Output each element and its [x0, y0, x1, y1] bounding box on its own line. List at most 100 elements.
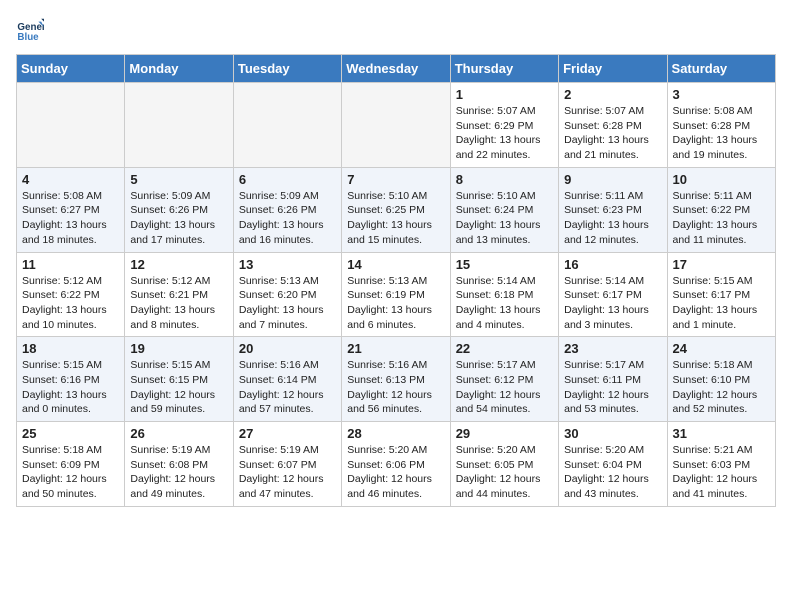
- calendar-cell: 2 Sunrise: 5:07 AM Sunset: 6:28 PM Daylig…: [559, 83, 667, 168]
- calendar-cell: 8 Sunrise: 5:10 AM Sunset: 6:24 PM Daylig…: [450, 167, 558, 252]
- calendar-cell: 13 Sunrise: 5:13 AM Sunset: 6:20 PM Dayli…: [233, 252, 341, 337]
- day-number: 19: [130, 341, 227, 356]
- day-number: 8: [456, 172, 553, 187]
- day-info: Sunrise: 5:15 AM Sunset: 6:17 PM Dayligh…: [673, 274, 770, 333]
- day-number: 25: [22, 426, 119, 441]
- calendar-cell: [233, 83, 341, 168]
- day-number: 18: [22, 341, 119, 356]
- day-number: 21: [347, 341, 444, 356]
- weekday-header-friday: Friday: [559, 55, 667, 83]
- calendar-cell: 30 Sunrise: 5:20 AM Sunset: 6:04 PM Dayli…: [559, 422, 667, 507]
- day-info: Sunrise: 5:10 AM Sunset: 6:24 PM Dayligh…: [456, 189, 553, 248]
- calendar-cell: 28 Sunrise: 5:20 AM Sunset: 6:06 PM Dayli…: [342, 422, 450, 507]
- calendar-cell: 24 Sunrise: 5:18 AM Sunset: 6:10 PM Dayli…: [667, 337, 775, 422]
- day-info: Sunrise: 5:13 AM Sunset: 6:20 PM Dayligh…: [239, 274, 336, 333]
- day-info: Sunrise: 5:18 AM Sunset: 6:10 PM Dayligh…: [673, 358, 770, 417]
- calendar-week-4: 18Sunrise: 5:15 AM Sunset: 6:16 PM Dayli…: [17, 337, 776, 422]
- day-info: Sunrise: 5:19 AM Sunset: 6:08 PM Dayligh…: [130, 443, 227, 502]
- day-info: Sunrise: 5:21 AM Sunset: 6:03 PM Dayligh…: [673, 443, 770, 502]
- day-info: Sunrise: 5:09 AM Sunset: 6:26 PM Dayligh…: [130, 189, 227, 248]
- calendar-cell: 25 Sunrise: 5:18 AM Sunset: 6:09 PM Dayli…: [17, 422, 125, 507]
- weekday-header-saturday: Saturday: [667, 55, 775, 83]
- day-number: 13: [239, 257, 336, 272]
- calendar-cell: 20 Sunrise: 5:16 AM Sunset: 6:14 PM Dayli…: [233, 337, 341, 422]
- weekday-header-sunday: Sunday: [17, 55, 125, 83]
- day-number: 20: [239, 341, 336, 356]
- day-info: Sunrise: 5:11 AM Sunset: 6:23 PM Dayligh…: [564, 189, 661, 248]
- day-number: 31: [673, 426, 770, 441]
- day-info: Sunrise: 5:12 AM Sunset: 6:22 PM Dayligh…: [22, 274, 119, 333]
- day-number: 11: [22, 257, 119, 272]
- day-info: Sunrise: 5:18 AM Sunset: 6:09 PM Dayligh…: [22, 443, 119, 502]
- calendar-cell: 19 Sunrise: 5:15 AM Sunset: 6:15 PM Dayli…: [125, 337, 233, 422]
- calendar-week-2: 4 Sunrise: 5:08 AM Sunset: 6:27 PM Daylig…: [17, 167, 776, 252]
- day-number: 16: [564, 257, 661, 272]
- day-number: 3: [673, 87, 770, 102]
- calendar-cell: 7 Sunrise: 5:10 AM Sunset: 6:25 PM Daylig…: [342, 167, 450, 252]
- svg-text:Blue: Blue: [17, 32, 39, 43]
- weekday-header-row: SundayMondayTuesdayWednesdayThursdayFrid…: [17, 55, 776, 83]
- day-info: Sunrise: 5:17 AM Sunset: 6:12 PM Dayligh…: [456, 358, 553, 417]
- day-info: Sunrise: 5:16 AM Sunset: 6:13 PM Dayligh…: [347, 358, 444, 417]
- calendar-table: SundayMondayTuesdayWednesdayThursdayFrid…: [16, 54, 776, 507]
- day-number: 7: [347, 172, 444, 187]
- day-info: Sunrise: 5:07 AM Sunset: 6:28 PM Dayligh…: [564, 104, 661, 163]
- calendar-cell: 1 Sunrise: 5:07 AM Sunset: 6:29 PM Daylig…: [450, 83, 558, 168]
- calendar-cell: 9 Sunrise: 5:11 AM Sunset: 6:23 PM Daylig…: [559, 167, 667, 252]
- day-number: 22: [456, 341, 553, 356]
- calendar-cell: 14 Sunrise: 5:13 AM Sunset: 6:19 PM Dayli…: [342, 252, 450, 337]
- calendar-cell: [125, 83, 233, 168]
- day-info: Sunrise: 5:13 AM Sunset: 6:19 PM Dayligh…: [347, 274, 444, 333]
- calendar-cell: 27 Sunrise: 5:19 AM Sunset: 6:07 PM Dayli…: [233, 422, 341, 507]
- day-info: Sunrise: 5:08 AM Sunset: 6:27 PM Dayligh…: [22, 189, 119, 248]
- day-info: Sunrise: 5:19 AM Sunset: 6:07 PM Dayligh…: [239, 443, 336, 502]
- day-info: Sunrise: 5:14 AM Sunset: 6:17 PM Dayligh…: [564, 274, 661, 333]
- calendar-cell: 18Sunrise: 5:15 AM Sunset: 6:16 PM Dayli…: [17, 337, 125, 422]
- day-number: 10: [673, 172, 770, 187]
- calendar-cell: 31 Sunrise: 5:21 AM Sunset: 6:03 PM Dayli…: [667, 422, 775, 507]
- calendar-cell: 23Sunrise: 5:17 AM Sunset: 6:11 PM Dayli…: [559, 337, 667, 422]
- day-number: 28: [347, 426, 444, 441]
- calendar-week-3: 11 Sunrise: 5:12 AM Sunset: 6:22 PM Dayli…: [17, 252, 776, 337]
- weekday-header-monday: Monday: [125, 55, 233, 83]
- calendar-cell: 15Sunrise: 5:14 AM Sunset: 6:18 PM Dayli…: [450, 252, 558, 337]
- weekday-header-thursday: Thursday: [450, 55, 558, 83]
- weekday-header-tuesday: Tuesday: [233, 55, 341, 83]
- calendar-cell: [17, 83, 125, 168]
- day-info: Sunrise: 5:09 AM Sunset: 6:26 PM Dayligh…: [239, 189, 336, 248]
- calendar-week-1: 1 Sunrise: 5:07 AM Sunset: 6:29 PM Daylig…: [17, 83, 776, 168]
- day-number: 27: [239, 426, 336, 441]
- calendar-cell: 4 Sunrise: 5:08 AM Sunset: 6:27 PM Daylig…: [17, 167, 125, 252]
- day-number: 26: [130, 426, 227, 441]
- day-info: Sunrise: 5:20 AM Sunset: 6:06 PM Dayligh…: [347, 443, 444, 502]
- calendar-cell: 16 Sunrise: 5:14 AM Sunset: 6:17 PM Dayli…: [559, 252, 667, 337]
- day-number: 2: [564, 87, 661, 102]
- day-info: Sunrise: 5:15 AM Sunset: 6:15 PM Dayligh…: [130, 358, 227, 417]
- day-number: 30: [564, 426, 661, 441]
- day-number: 4: [22, 172, 119, 187]
- calendar-cell: 5 Sunrise: 5:09 AM Sunset: 6:26 PM Daylig…: [125, 167, 233, 252]
- calendar-cell: 3Sunrise: 5:08 AM Sunset: 6:28 PM Daylig…: [667, 83, 775, 168]
- page-header: General Blue: [16, 16, 776, 44]
- day-info: Sunrise: 5:11 AM Sunset: 6:22 PM Dayligh…: [673, 189, 770, 248]
- day-number: 5: [130, 172, 227, 187]
- day-number: 24: [673, 341, 770, 356]
- calendar-cell: 6Sunrise: 5:09 AM Sunset: 6:26 PM Daylig…: [233, 167, 341, 252]
- calendar-cell: 26 Sunrise: 5:19 AM Sunset: 6:08 PM Dayli…: [125, 422, 233, 507]
- day-number: 29: [456, 426, 553, 441]
- day-info: Sunrise: 5:20 AM Sunset: 6:05 PM Dayligh…: [456, 443, 553, 502]
- logo: General Blue: [16, 16, 46, 44]
- day-info: Sunrise: 5:10 AM Sunset: 6:25 PM Dayligh…: [347, 189, 444, 248]
- day-number: 9: [564, 172, 661, 187]
- day-info: Sunrise: 5:17 AM Sunset: 6:11 PM Dayligh…: [564, 358, 661, 417]
- weekday-header-wednesday: Wednesday: [342, 55, 450, 83]
- day-number: 17: [673, 257, 770, 272]
- calendar-cell: 22 Sunrise: 5:17 AM Sunset: 6:12 PM Dayli…: [450, 337, 558, 422]
- day-number: 14: [347, 257, 444, 272]
- day-number: 1: [456, 87, 553, 102]
- day-info: Sunrise: 5:07 AM Sunset: 6:29 PM Dayligh…: [456, 104, 553, 163]
- day-info: Sunrise: 5:20 AM Sunset: 6:04 PM Dayligh…: [564, 443, 661, 502]
- calendar-cell: 10 Sunrise: 5:11 AM Sunset: 6:22 PM Dayli…: [667, 167, 775, 252]
- day-info: Sunrise: 5:14 AM Sunset: 6:18 PM Dayligh…: [456, 274, 553, 333]
- day-info: Sunrise: 5:16 AM Sunset: 6:14 PM Dayligh…: [239, 358, 336, 417]
